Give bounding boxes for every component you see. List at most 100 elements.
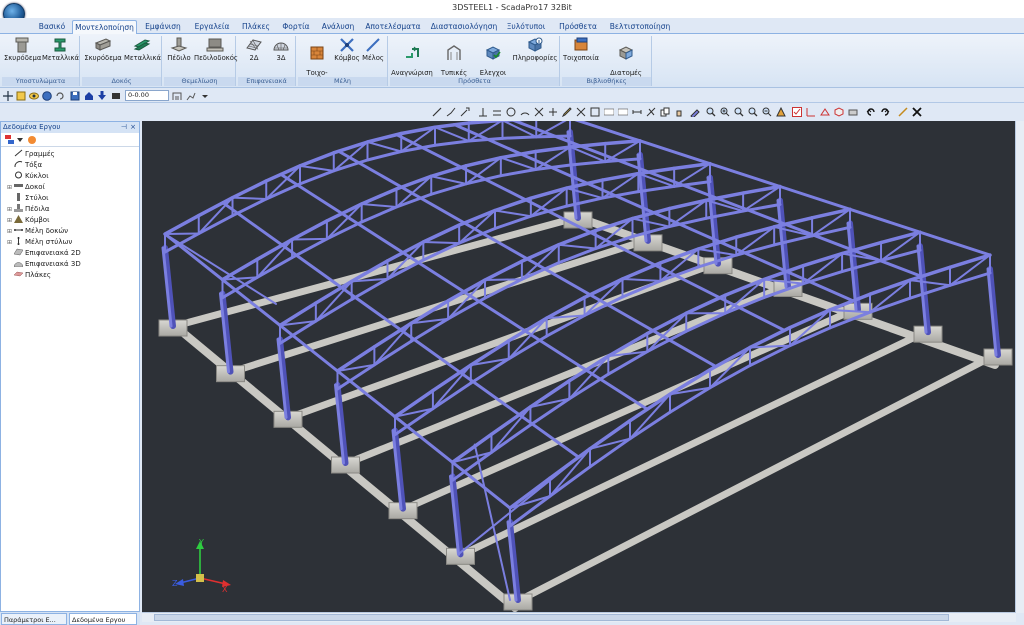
tree-item-surfaces-2d[interactable]: Επιφανειακά 2D bbox=[7, 248, 81, 259]
tree-view-icon[interactable] bbox=[5, 135, 15, 145]
grid-icon[interactable] bbox=[111, 91, 121, 101]
tree-item-nodes[interactable]: ⊞ Κόμβοι bbox=[7, 215, 49, 226]
perpendicular-icon[interactable] bbox=[478, 107, 488, 117]
delete-icon[interactable] bbox=[912, 107, 922, 117]
tab-tools[interactable]: Εργαλεία bbox=[190, 20, 234, 34]
undo-icon[interactable] bbox=[55, 91, 65, 101]
zoom-extents-icon[interactable] bbox=[734, 107, 744, 117]
tab-formwork[interactable]: Ξυλότυποι bbox=[503, 20, 549, 34]
tab-modeling[interactable]: Μοντελοποίηση bbox=[72, 20, 137, 35]
steel-column-icon bbox=[54, 38, 66, 52]
member-button[interactable]: Μέλος bbox=[360, 36, 386, 63]
purlin bbox=[462, 290, 527, 333]
tab-results[interactable]: Αποτελέσματα bbox=[362, 20, 424, 34]
model-viewport[interactable]: Y X Z bbox=[142, 121, 1016, 613]
surface-2d-button[interactable]: 2Δ bbox=[241, 36, 267, 63]
rotate-left-icon[interactable] bbox=[866, 107, 876, 117]
frame-icon[interactable] bbox=[172, 91, 182, 101]
tree-item-slabs[interactable]: Πλάκες bbox=[7, 270, 51, 281]
tab-analysis[interactable]: Ανάλυση bbox=[318, 20, 358, 34]
rel-coordinates-icon[interactable] bbox=[618, 107, 628, 117]
tree-item-arcs[interactable]: Τόξα bbox=[7, 160, 42, 171]
tab-basic[interactable]: Βασικό bbox=[32, 20, 72, 34]
steel-column-button[interactable]: Μεταλλικά bbox=[42, 36, 79, 63]
pin-icon[interactable]: ⊣ bbox=[121, 122, 127, 133]
abs-coordinates-icon[interactable] bbox=[604, 107, 614, 117]
arc-tool-icon[interactable] bbox=[520, 107, 530, 117]
print-icon[interactable] bbox=[848, 107, 858, 117]
save-icon[interactable] bbox=[70, 91, 80, 101]
line-tool-icon[interactable] bbox=[432, 107, 442, 117]
footing-button[interactable]: Πέδιλο bbox=[165, 36, 193, 63]
refresh-icon[interactable] bbox=[27, 135, 37, 145]
check-icon[interactable] bbox=[792, 107, 802, 117]
node-button[interactable]: Κόμβος bbox=[334, 36, 360, 63]
surface-3d-button[interactable]: 3Δ bbox=[268, 36, 294, 63]
horizontal-scroll-thumb[interactable] bbox=[154, 614, 949, 621]
tree-item-column-members[interactable]: ⊞ Μέλη στύλων bbox=[7, 237, 72, 248]
tab-design[interactable]: Διαστασιολόγηση bbox=[428, 20, 500, 34]
vertical-scrollbar[interactable] bbox=[1015, 121, 1024, 613]
arrow-down-icon[interactable] bbox=[97, 91, 107, 101]
home-icon[interactable] bbox=[84, 91, 94, 101]
extend-tool-icon[interactable] bbox=[460, 107, 470, 117]
select-icon[interactable] bbox=[16, 91, 26, 101]
rotate-right-icon[interactable] bbox=[880, 107, 890, 117]
horizontal-scrollbar[interactable] bbox=[142, 612, 1016, 622]
tab-loads[interactable]: Φορτία bbox=[278, 20, 314, 34]
eye-icon[interactable] bbox=[29, 91, 39, 101]
pencil-icon[interactable] bbox=[562, 107, 572, 117]
zoom-previous-icon[interactable] bbox=[748, 107, 758, 117]
tab-project-parameters[interactable]: Παράμετροι Ε... bbox=[1, 613, 67, 625]
close-icon[interactable]: × bbox=[130, 122, 136, 133]
zoom-in-icon[interactable] bbox=[720, 107, 730, 117]
masonry-button[interactable]: Τοιχοποιία bbox=[562, 36, 600, 63]
move-icon[interactable] bbox=[3, 91, 13, 101]
view-3d-icon[interactable] bbox=[820, 107, 830, 117]
split-icon[interactable] bbox=[646, 107, 656, 117]
tree-item-beam-members[interactable]: ⊞ Μέλη δοκών bbox=[7, 226, 68, 237]
tree-item-circles[interactable]: Κύκλοι bbox=[7, 171, 49, 182]
copy-icon[interactable] bbox=[660, 107, 670, 117]
globe-icon[interactable] bbox=[42, 91, 52, 101]
truss-top-chord bbox=[483, 259, 524, 282]
tab-view[interactable]: Εμφάνιση bbox=[140, 20, 186, 34]
tab-addons[interactable]: Πρόσθετα bbox=[553, 20, 603, 34]
concrete-beam-button[interactable]: Σκυρόδεμα bbox=[84, 36, 122, 63]
axes-icon[interactable] bbox=[806, 107, 816, 117]
mirror-icon[interactable] bbox=[576, 107, 586, 117]
concrete-column-button[interactable]: Σκυρόδεμα bbox=[4, 36, 41, 63]
dropdown-icon[interactable] bbox=[200, 91, 210, 101]
tree-item-surfaces-3d[interactable]: Επιφανειακά 3D bbox=[7, 259, 81, 270]
measure-icon[interactable] bbox=[632, 107, 642, 117]
offset-icon[interactable] bbox=[492, 107, 502, 117]
pick-icon[interactable] bbox=[690, 107, 700, 117]
circle-tool-icon[interactable] bbox=[506, 107, 516, 117]
tree-item-lines[interactable]: Γραμμές bbox=[7, 149, 55, 160]
zoom-out-icon[interactable] bbox=[762, 107, 772, 117]
information-button[interactable]: Πληροφορίες bbox=[512, 36, 558, 63]
render-icon[interactable] bbox=[776, 107, 786, 117]
tab-optimization[interactable]: Βελτιστοποίηση bbox=[607, 20, 673, 34]
tree-item-columns[interactable]: Στύλοι bbox=[7, 193, 48, 204]
scale-icon[interactable] bbox=[590, 107, 600, 117]
chart-icon[interactable] bbox=[186, 91, 196, 101]
brush-icon[interactable] bbox=[898, 107, 908, 117]
tab-slabs[interactable]: Πλάκες bbox=[237, 20, 275, 34]
zoom-window-icon[interactable] bbox=[706, 107, 716, 117]
steel-beam-button[interactable]: Μεταλλικά bbox=[124, 36, 161, 63]
truss-diagonal bbox=[231, 196, 268, 200]
dropdown-arrow-icon[interactable] bbox=[17, 137, 23, 143]
trim-tool-icon[interactable] bbox=[548, 107, 558, 117]
hand-icon[interactable] bbox=[674, 107, 684, 117]
polyline-tool-icon[interactable] bbox=[446, 107, 456, 117]
quick-access-toolbar: 0-0.00 bbox=[0, 89, 1024, 103]
coordinate-field[interactable]: 0-0.00 bbox=[125, 90, 169, 101]
strip-footing-button[interactable]: Πεδιλοδοκός bbox=[194, 36, 238, 63]
cross-tool-icon[interactable] bbox=[534, 107, 544, 117]
tree-item-beams[interactable]: ⊞ Δοκοί bbox=[7, 182, 45, 193]
group-label-libraries: Βιβλιοθήκες bbox=[562, 77, 651, 86]
tree-item-footings[interactable]: ⊞ Πέδιλα bbox=[7, 204, 49, 215]
tab-project-data[interactable]: Δεδομένα Εργου bbox=[69, 613, 137, 625]
cube-icon[interactable] bbox=[834, 107, 844, 117]
